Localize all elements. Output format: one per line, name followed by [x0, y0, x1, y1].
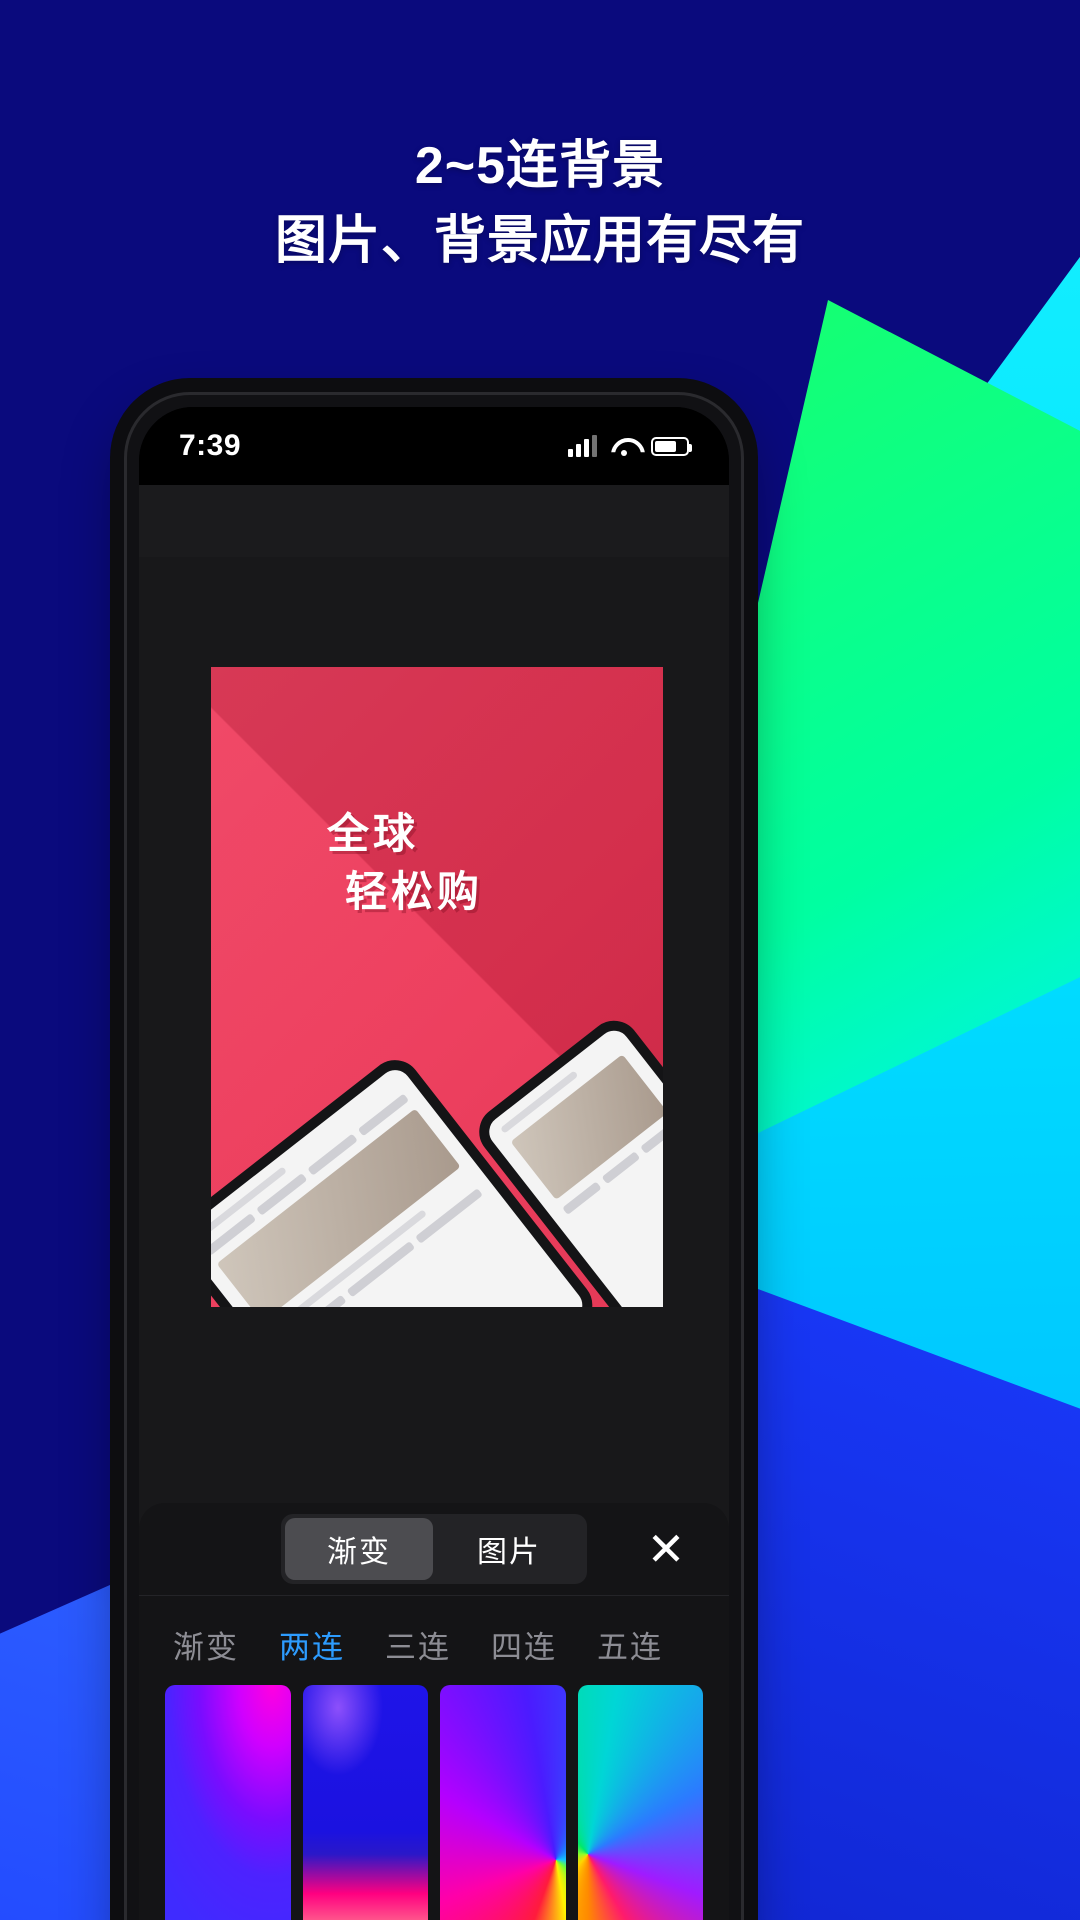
- wifi-icon: [611, 436, 637, 456]
- gradient-swatch[interactable]: [440, 1685, 566, 1920]
- promo-headline: 2~5连背景 图片、背景应用有尽有: [0, 130, 1080, 280]
- tab-five-tone[interactable]: 五连: [597, 1622, 663, 1667]
- segment-image[interactable]: 图片: [435, 1518, 583, 1580]
- poster-title-line-1: 全球: [327, 810, 420, 857]
- editor-toolbar[interactable]: [139, 485, 729, 557]
- tab-four-tone[interactable]: 四连: [491, 1622, 557, 1667]
- gradient-swatch[interactable]: [165, 1685, 291, 1920]
- cellular-signal-icon: [568, 435, 597, 457]
- headline-line-2: 图片、背景应用有尽有: [274, 212, 805, 270]
- gradient-swatch[interactable]: [577, 1685, 703, 1920]
- tab-three-tone[interactable]: 三连: [385, 1622, 451, 1667]
- close-icon[interactable]: ✕: [637, 1520, 695, 1578]
- gradient-swatch-grid[interactable]: [139, 1685, 729, 1920]
- poster-title-line-2: 轻松购: [345, 868, 484, 915]
- segment-gradient[interactable]: 渐变: [285, 1518, 433, 1580]
- segmented-control[interactable]: 渐变 图片: [281, 1514, 587, 1584]
- poster-text: 全球 轻松购: [327, 805, 483, 921]
- phone-mockup: 7:39 全球 轻松购 渐变 图片 ✕ 渐变 两连 三连 四连 五连: [124, 392, 744, 1920]
- status-bar-time: 7:39: [179, 429, 242, 462]
- status-bar: 7:39: [139, 407, 729, 485]
- gradient-category-tabs[interactable]: 渐变 两连 三连 四连 五连: [139, 1596, 729, 1685]
- sheet-header: 渐变 图片 ✕: [139, 1503, 729, 1595]
- poster-preview[interactable]: 全球 轻松购: [211, 667, 663, 1307]
- tab-two-tone[interactable]: 两连: [279, 1622, 345, 1667]
- phone-screen: 7:39 全球 轻松购 渐变 图片 ✕ 渐变 两连 三连 四连 五连: [139, 407, 729, 1920]
- tab-gradient[interactable]: 渐变: [173, 1622, 239, 1667]
- gradient-swatch[interactable]: [302, 1685, 428, 1920]
- background-picker-sheet: 渐变 图片 ✕ 渐变 两连 三连 四连 五连: [139, 1503, 729, 1920]
- battery-icon: [651, 436, 692, 456]
- status-bar-icons: [568, 435, 692, 457]
- headline-line-1: 2~5连背景: [414, 137, 666, 195]
